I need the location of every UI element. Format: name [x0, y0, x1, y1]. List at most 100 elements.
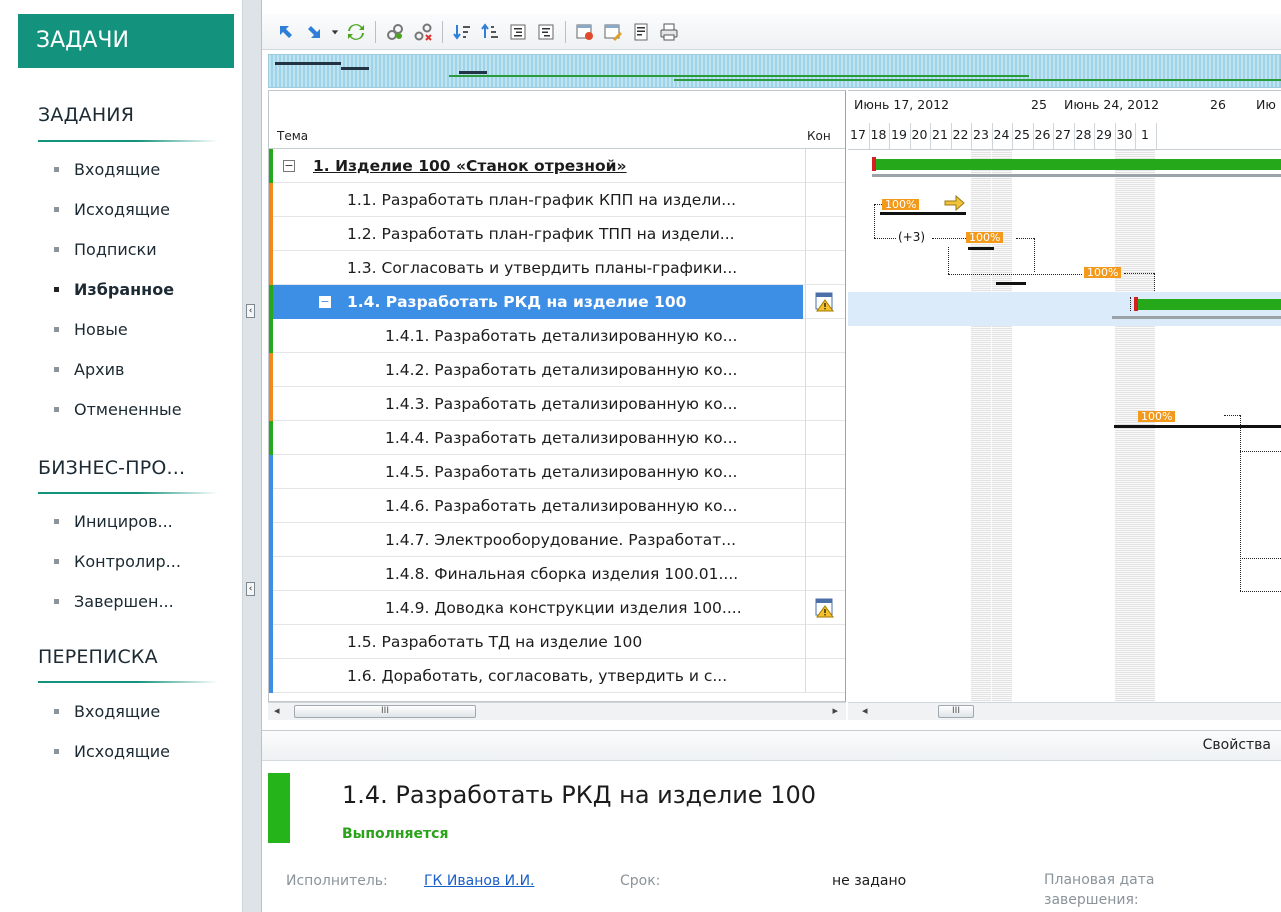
scroll-left-icon[interactable]: ◂	[274, 704, 280, 717]
row-end-cell	[805, 659, 845, 693]
sidebar-item-favorites[interactable]: Избранное	[54, 280, 174, 299]
baseline-bar	[872, 174, 1281, 177]
sidebar-splitter[interactable]: ‹ ‹	[243, 0, 262, 912]
deadline-label: Срок:	[620, 873, 661, 889]
dependency-line	[874, 204, 875, 238]
collapse-toggle-icon[interactable]: −	[319, 296, 331, 308]
sidebar-item-initiated[interactable]: Инициров...	[54, 512, 173, 531]
table-row[interactable]: 1.4.2. Разработать детализированную ко..…	[269, 353, 845, 387]
table-row[interactable]: 1.4.7. Электрооборудование. Разработат..…	[269, 523, 845, 557]
unlink-icon[interactable]	[409, 18, 437, 46]
table-row[interactable]: 1.4.1. Разработать детализированную ко..…	[269, 319, 845, 353]
link-icon[interactable]	[381, 18, 409, 46]
status-badge: Выполняется	[342, 826, 449, 842]
sort-asc-icon[interactable]	[476, 18, 504, 46]
collapse-left-icon[interactable]: ‹	[246, 582, 255, 596]
section-title-business[interactable]: БИЗНЕС-ПРО...	[38, 457, 185, 479]
table-row[interactable]: 1.2. Разработать план-график ТПП на изде…	[269, 217, 845, 251]
percent-label[interactable]: 100%	[1084, 267, 1122, 278]
scroll-right-icon[interactable]: ▸	[832, 704, 838, 717]
baseline-bar	[1114, 425, 1281, 428]
task-edit-icon[interactable]	[599, 18, 627, 46]
scrollbar-thumb[interactable]: III	[294, 705, 476, 718]
day-label: 26	[1034, 127, 1051, 142]
table-row[interactable]: − 1.4. Разработать РКД на изделие 100	[269, 285, 845, 319]
table-row[interactable]: 1.5. Разработать ТД на изделие 100	[269, 625, 845, 659]
gantt-horizontal-scrollbar[interactable]: ◂ III	[848, 702, 1281, 720]
table-row[interactable]: 1.4.5. Разработать детализированную ко..…	[269, 455, 845, 489]
sidebar-item-cancelled[interactable]: Отмененные	[54, 400, 182, 419]
refresh-icon[interactable]	[342, 18, 370, 46]
status-stripe	[269, 659, 273, 693]
section-title-tasks[interactable]: ЗАДАНИЯ	[38, 104, 134, 126]
scrollbar-thumb[interactable]: III	[938, 705, 974, 718]
print-icon[interactable]	[655, 18, 683, 46]
sidebar-item-label: Исходящие	[74, 200, 171, 219]
column-header-title[interactable]: Тема	[277, 129, 308, 143]
status-stripe	[269, 625, 273, 659]
table-row[interactable]: − 1. Изделие 100 «Станок отрезной»	[269, 149, 845, 183]
table-row[interactable]: 1.6. Доработать, согласовать, утвердить …	[269, 659, 845, 693]
sidebar-item-controlled[interactable]: Контролир...	[54, 552, 181, 571]
sort-desc-icon[interactable]	[448, 18, 476, 46]
column-header-end[interactable]: Кон	[807, 129, 831, 143]
outdent-icon[interactable]	[532, 18, 560, 46]
dependency-line	[1154, 273, 1155, 291]
sidebar-item-mail-incoming[interactable]: Входящие	[54, 702, 160, 721]
bullet-icon	[54, 749, 59, 754]
status-stripe	[269, 421, 273, 455]
sidebar-item-incoming[interactable]: Входящие	[54, 160, 160, 179]
dropdown-icon[interactable]	[328, 18, 342, 46]
sidebar-item-archive[interactable]: Архив	[54, 360, 124, 379]
row-end-cell	[805, 149, 845, 183]
percent-label[interactable]: 100%	[966, 232, 1004, 243]
collapse-left-icon[interactable]: ‹	[246, 304, 255, 318]
summary-bar[interactable]	[872, 159, 1281, 170]
row-title: 1.4.7. Электрооборудование. Разработат..…	[385, 531, 737, 549]
table-row[interactable]: 1.4.3. Разработать детализированную ко..…	[269, 387, 845, 421]
toolbar-separator	[565, 20, 566, 43]
status-stripe	[269, 591, 273, 625]
row-title: 1.4.4. Разработать детализированную ко..…	[385, 429, 738, 447]
scroll-left-icon[interactable]: ◂	[862, 704, 868, 717]
properties-icon[interactable]	[627, 18, 655, 46]
executor-link[interactable]: ГК Иванов И.И.	[424, 873, 535, 889]
section-title-correspondence[interactable]: ПЕРЕПИСКА	[38, 646, 158, 668]
timeline-overview[interactable]	[268, 54, 1281, 88]
grid-horizontal-scrollbar[interactable]: ◂ III ▸	[268, 702, 846, 720]
summary-bar[interactable]	[1134, 299, 1281, 310]
table-row[interactable]: 1.3. Согласовать и утвердить планы-графи…	[269, 251, 845, 285]
sidebar-item-mail-outgoing[interactable]: Исходящие	[54, 742, 170, 761]
task-delete-icon[interactable]	[571, 18, 599, 46]
sidebar-item-new[interactable]: Новые	[54, 320, 128, 339]
status-stripe	[269, 217, 273, 251]
arrow-down-right-icon[interactable]	[300, 18, 328, 46]
table-row[interactable]: 1.1. Разработать план-график КПП на изде…	[269, 183, 845, 217]
sidebar-header[interactable]: ЗАДАЧИ	[18, 14, 234, 68]
tab-properties[interactable]: Свойства	[1203, 737, 1271, 753]
table-row[interactable]: 1.4.8. Финальная сборка изделия 100.01..…	[269, 557, 845, 591]
sidebar-item-outgoing[interactable]: Исходящие	[54, 200, 170, 219]
status-stripe	[269, 353, 273, 387]
row-end-cell	[805, 455, 845, 489]
percent-label[interactable]: 100%	[882, 199, 920, 210]
percent-label[interactable]: 100%	[1138, 411, 1176, 422]
table-row[interactable]: 1.4.4. Разработать детализированную ко..…	[269, 421, 845, 455]
dependency-line	[948, 274, 1082, 275]
sidebar-item-subscriptions[interactable]: Подписки	[54, 240, 157, 259]
sidebar-item-completed[interactable]: Завершен...	[54, 592, 174, 611]
row-title: 1.6. Доработать, согласовать, утвердить …	[347, 667, 728, 685]
indent-icon[interactable]	[504, 18, 532, 46]
warning-calendar-icon[interactable]	[815, 292, 835, 312]
table-row[interactable]: 1.4.6. Разработать детализированную ко..…	[269, 489, 845, 523]
warning-calendar-icon[interactable]	[815, 598, 835, 618]
collapse-toggle-icon[interactable]: −	[283, 160, 295, 172]
table-row[interactable]: 1.4.9. Доводка конструкции изделия 100..…	[269, 591, 845, 625]
row-end-cell	[805, 183, 845, 217]
arrow-up-left-icon[interactable]	[272, 18, 300, 46]
hand-pointer-icon	[944, 194, 965, 212]
day-label: 28	[1075, 127, 1092, 142]
baseline-bar	[1112, 316, 1281, 319]
bullet-icon	[54, 599, 59, 604]
status-stripe	[269, 183, 273, 217]
